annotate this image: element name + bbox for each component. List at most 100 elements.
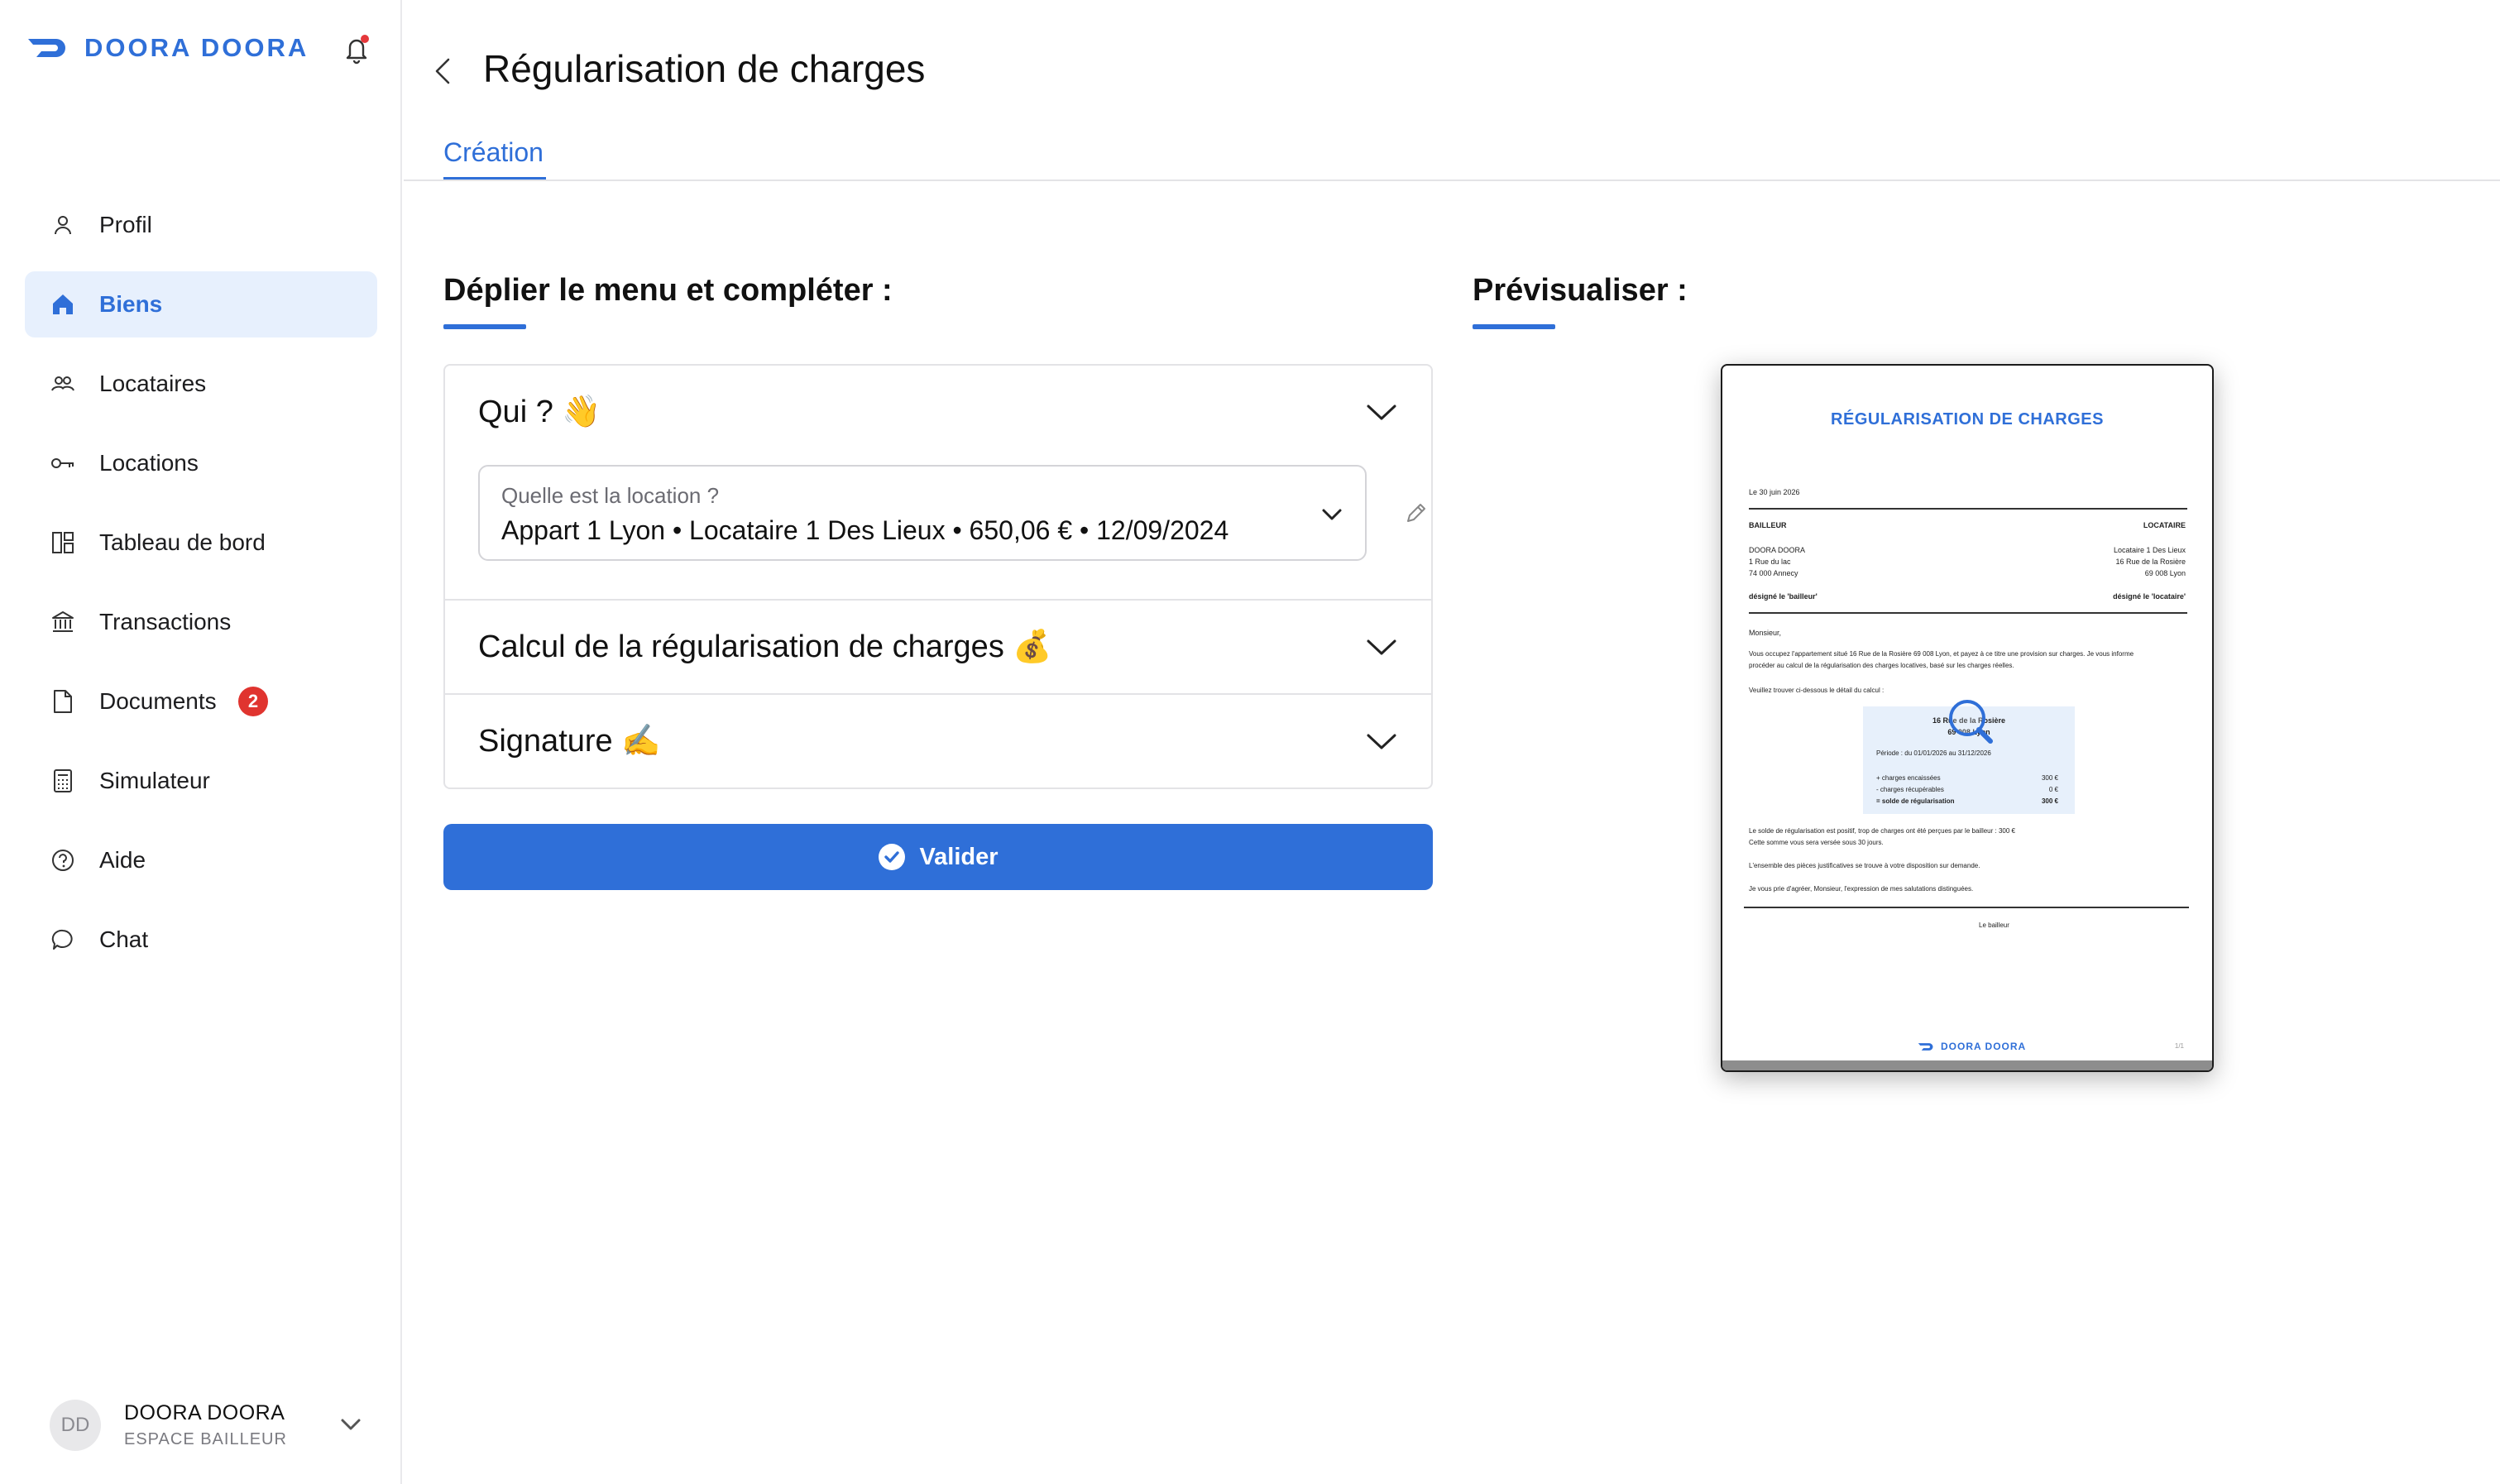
logo-icon — [1918, 1042, 1933, 1051]
doc-salutation: Monsieur, — [1749, 629, 1782, 637]
doc-footer-logo: DOORA DOORA — [1918, 1041, 2026, 1052]
accordion-header-calcul[interactable]: Calcul de la régularisation de charges 💰 — [445, 601, 1431, 693]
accordion-header-qui[interactable]: Qui ? 👋 — [445, 366, 1431, 458]
pencil-icon[interactable] — [1403, 500, 1430, 526]
doc-bailleur-designation: désigné le 'bailleur' — [1749, 592, 1818, 601]
back-arrow-icon[interactable] — [430, 55, 455, 88]
key-icon — [50, 450, 76, 476]
sidebar-item-documents[interactable]: Documents 2 — [25, 668, 377, 735]
validate-button[interactable]: Valider — [443, 824, 1433, 890]
page-title: Régularisation de charges — [483, 47, 926, 90]
home-icon — [50, 291, 76, 318]
sidebar-item-locations[interactable]: Locations — [25, 430, 377, 496]
user-icon — [50, 212, 76, 238]
doc-page-number: 1/1 — [2174, 1042, 2184, 1050]
doc-signature: Le bailleur — [1979, 922, 2009, 929]
user-name: DOORA DOORA — [124, 1401, 285, 1424]
tab-creation[interactable]: Création — [443, 137, 544, 168]
sidebar-item-tableau-de-bord[interactable]: Tableau de bord — [25, 510, 377, 576]
preview-section-underline — [1473, 324, 1555, 329]
sidebar-item-transactions[interactable]: Transactions — [25, 589, 377, 655]
doc-justification: L'ensemble des pièces justificatives se … — [1749, 862, 1980, 869]
sidebar-item-label: Simulateur — [99, 768, 210, 793]
bank-icon — [50, 609, 76, 635]
sidebar-item-chat[interactable]: Chat — [25, 907, 377, 973]
notification-dot — [361, 35, 369, 43]
sidebar-item-label: Aide — [99, 847, 146, 873]
accordion-body-qui: Quelle est la location ? Appart 1 Lyon •… — [445, 458, 1431, 599]
location-select[interactable]: Quelle est la location ? Appart 1 Lyon •… — [478, 465, 1367, 561]
chat-icon — [50, 926, 76, 953]
user-menu[interactable]: DD DOORA DOORA ESPACE BAILLEUR — [50, 1398, 364, 1453]
doc-box-row-value: 300 € — [2041, 774, 2058, 782]
doc-closing: Je vous prie d'agréer, Monsieur, l'expre… — [1749, 885, 1974, 893]
brand-name: DOORA DOORA — [84, 33, 309, 62]
sidebar-item-label: Chat — [99, 926, 149, 952]
help-icon — [50, 847, 76, 874]
doc-date: Le 30 juin 2026 — [1749, 488, 1800, 496]
accordion-title: Qui ? 👋 — [478, 395, 601, 429]
sidebar-item-label: Tableau de bord — [99, 529, 266, 555]
doc-result-line: Le solde de régularisation est positif, … — [1749, 827, 2015, 835]
doc-box-row-label: = solde de régularisation — [1876, 797, 1955, 805]
sidebar-item-label: Locations — [99, 450, 199, 476]
chevron-down-icon — [341, 1419, 361, 1430]
sidebar-nav: Profil Biens Locataires Locations Tablea… — [25, 192, 377, 986]
document-preview[interactable]: RÉGULARISATION DE CHARGES Le 30 juin 202… — [1721, 364, 2214, 1072]
doc-paragraph-line: procéder au calcul de la régularisation … — [1749, 662, 2014, 669]
form-accordion: Qui ? 👋 Quelle est la location ? Appart … — [443, 364, 1433, 789]
doc-bailleur-line: 1 Rue du lac — [1749, 558, 1791, 566]
main-content: Régularisation de charges Création Dépli… — [404, 0, 2500, 1484]
doc-box-period: Période : du 01/01/2026 au 31/12/2026 — [1876, 749, 1991, 757]
document-icon — [50, 688, 76, 715]
sidebar-item-label: Transactions — [99, 609, 232, 634]
sidebar: DOORA DOORA Profil Biens Locataires Loca… — [0, 0, 402, 1484]
doc-footer-brand: DOORA DOORA — [1941, 1041, 2027, 1052]
chevron-down-icon — [1367, 639, 1396, 655]
user-role: ESPACE BAILLEUR — [124, 1430, 287, 1448]
tabs-divider — [404, 180, 2500, 181]
chevron-down-icon — [1367, 734, 1396, 749]
doc-box-row-value: 0 € — [2048, 786, 2058, 793]
doc-locataire-line: 16 Rue de la Rosière — [2115, 558, 2186, 566]
sidebar-item-biens[interactable]: Biens — [25, 271, 377, 337]
chevron-down-icon — [1322, 509, 1342, 520]
preview-scroll-strip — [1722, 1060, 2212, 1070]
notifications-button[interactable] — [342, 35, 371, 65]
calculator-icon — [50, 768, 76, 794]
sidebar-item-label: Biens — [99, 291, 163, 317]
doc-bailleur-header: BAILLEUR — [1749, 521, 1787, 529]
doc-result-line: Cette somme vous sera versée sous 30 jou… — [1749, 839, 1884, 846]
doc-paragraph-line: Vous occupez l'appartement situé 16 Rue … — [1749, 650, 2134, 658]
doc-detail-intro: Veuillez trouver ci-dessous le détail du… — [1749, 687, 1885, 694]
check-circle-icon — [879, 844, 906, 870]
doc-divider — [1749, 508, 2187, 510]
doc-bailleur-line: 74 000 Annecy — [1749, 569, 1798, 577]
brand-logo[interactable]: DOORA DOORA — [26, 33, 309, 63]
dashboard-icon — [50, 529, 76, 556]
accordion-title: Calcul de la régularisation de charges 💰 — [478, 630, 1052, 664]
doc-box-row-label: - charges récupérables — [1876, 786, 1944, 793]
doc-bailleur-line: DOORA DOORA — [1749, 546, 1806, 554]
chevron-down-icon — [1367, 405, 1396, 420]
form-section-title: Déplier le menu et compléter : — [443, 273, 893, 308]
sidebar-item-profil[interactable]: Profil — [25, 192, 377, 258]
accordion-header-signature[interactable]: Signature ✍️ — [445, 695, 1431, 787]
doc-divider — [1744, 907, 2189, 908]
avatar: DD — [50, 1400, 101, 1451]
documents-count-badge: 2 — [238, 687, 268, 716]
sidebar-item-label: Locataires — [99, 371, 207, 396]
preview-section-title: Prévisualiser : — [1473, 273, 1688, 308]
sidebar-item-label: Documents — [99, 688, 217, 714]
sidebar-item-aide[interactable]: Aide — [25, 827, 377, 893]
sidebar-item-simulateur[interactable]: Simulateur — [25, 748, 377, 814]
location-select-label: Quelle est la location ? — [501, 483, 720, 508]
users-icon — [50, 371, 76, 397]
sidebar-item-locataires[interactable]: Locataires — [25, 351, 377, 417]
doc-title: RÉGULARISATION DE CHARGES — [1831, 410, 2104, 428]
doc-divider — [1749, 612, 2187, 614]
validate-button-label: Valider — [919, 843, 999, 870]
doc-locataire-designation: désigné le 'locataire' — [2113, 592, 2186, 601]
location-select-value: Appart 1 Lyon • Locataire 1 Des Lieux • … — [501, 515, 1229, 545]
zoom-icon[interactable] — [1946, 697, 1995, 746]
